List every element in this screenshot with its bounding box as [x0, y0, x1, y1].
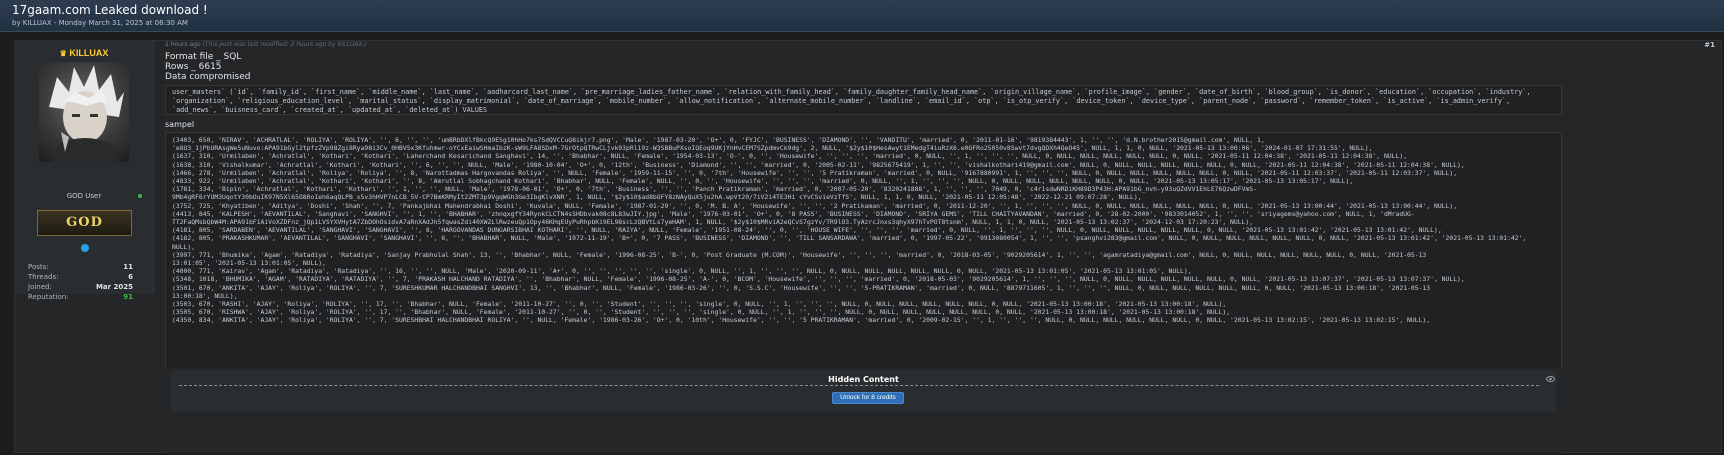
- stat-threads: Threads: 6: [28, 273, 133, 281]
- telegram-icon[interactable]: [81, 244, 89, 252]
- user-panel: ♛ KILLUAX GOD User GOD Posts: 11 Threads…: [14, 40, 154, 301]
- sample-code-block[interactable]: (3403, 650, 'NIRAV', 'ACHRATLAL', 'ROLIY…: [165, 132, 1562, 399]
- hidden-content-title: Hidden Content: [828, 375, 899, 384]
- thread-meta: by KILLUAX - Monday March 31, 2025 at 06…: [12, 19, 188, 27]
- hidden-content-block: Hidden Content Unlock for 8 credits: [165, 368, 1562, 453]
- summary-data: Data compromised: [165, 72, 251, 82]
- eye-icon[interactable]: [1546, 376, 1555, 382]
- post-summary: Format file _ SQL Rows _ 6615 Data compr…: [165, 52, 251, 82]
- edited-note: (This post was last modified: 2 hours ag…: [202, 41, 367, 48]
- username[interactable]: KILLUAX: [69, 48, 108, 58]
- avatar[interactable]: [39, 62, 129, 162]
- stat-posts: Posts: 11: [28, 263, 133, 271]
- post-body: 2 hours ago (This post was last modified…: [165, 40, 1722, 453]
- post-number[interactable]: #1: [1704, 41, 1715, 49]
- thread-title: 17gaam.com Leaked download !: [12, 3, 208, 17]
- post-date: 2 hours ago (This post was last modified…: [165, 41, 367, 48]
- summary-format: Format file _ SQL: [165, 52, 242, 62]
- schema-code-block: user_masters` (`id`, `family_id`, `first…: [165, 85, 1562, 115]
- user-title: GOD User: [66, 192, 102, 200]
- stat-joined: Joined: Mar 2025: [28, 283, 133, 291]
- sample-label: sampel: [165, 120, 195, 129]
- online-status-icon: [138, 194, 142, 198]
- hidden-content-panel: Hidden Content Unlock for 8 credits: [171, 370, 1556, 412]
- rank-badge-label: GOD: [66, 215, 103, 230]
- unlock-button[interactable]: Unlock for 8 credits: [832, 392, 904, 404]
- hidden-content-divider: [179, 385, 1539, 386]
- rank-badge: GOD: [37, 210, 132, 236]
- stat-reputation: Reputation: 91: [28, 293, 133, 301]
- username-row[interactable]: ♛ KILLUAX: [14, 48, 154, 58]
- user-stats: Posts: 11 Threads: 6 Joined: Mar 2025 Re…: [28, 262, 133, 302]
- crown-icon: ♛: [59, 49, 67, 58]
- summary-rows: Rows _ 6615: [165, 62, 222, 72]
- thread-header: 17gaam.com Leaked download ! by KILLUAX …: [0, 0, 1724, 32]
- avatar-image: [49, 65, 124, 162]
